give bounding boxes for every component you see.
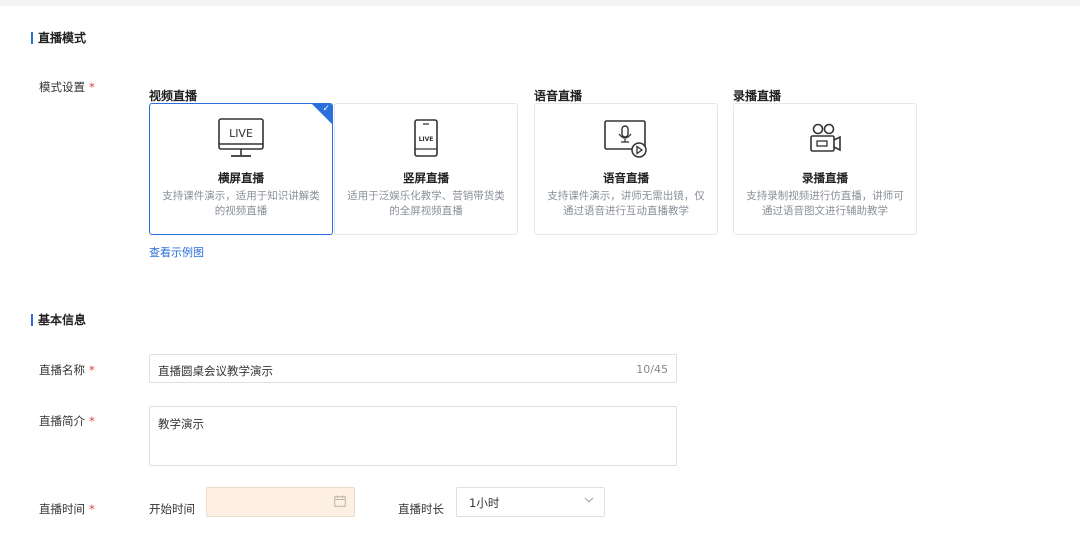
view-example-link[interactable]: 查看示例图 (149, 244, 204, 260)
card-description: 适用于泛娱乐化教学、营销带货类的全屏视频直播 (347, 190, 505, 217)
card-description: 支持课件演示，适用于知识讲解类的视频直播 (162, 190, 320, 217)
start-time-label: 开始时间 (149, 502, 195, 516)
svg-text:LIVE: LIVE (229, 127, 253, 140)
live-intro-textarea[interactable]: 教学演示 (149, 406, 677, 466)
card-title: 语音直播 (603, 171, 649, 185)
char-counter: 10/45 (636, 363, 668, 376)
live-intro-value: 教学演示 (158, 417, 204, 431)
card-title: 横屏直播 (218, 171, 264, 185)
duration-select[interactable]: 1小时 (456, 487, 605, 517)
mode-card-landscape[interactable]: ✓ LIVE 横屏直播 支持课件演示，适用于知识讲解类的视频直播 (149, 103, 333, 235)
required-mark: * (89, 363, 95, 377)
mode-settings-label-text: 模式设置 (39, 80, 85, 94)
section-title-basic-info: 基本信息 (31, 313, 86, 327)
mode-card-record[interactable]: 录播直播 支持录制视频进行仿直播，讲师可通过语音图文进行辅助教学 (733, 103, 917, 235)
duration-value: 1小时 (469, 496, 500, 510)
mode-card-portrait[interactable]: LIVE 竖屏直播 适用于泛娱乐化教学、营销带货类的全屏视频直播 (334, 103, 518, 235)
group-title-record: 录播直播 (733, 89, 782, 103)
check-icon: ✓ (322, 104, 330, 114)
monitor-live-icon: LIVE (150, 116, 332, 162)
card-title: 竖屏直播 (403, 171, 449, 185)
card-title: 录播直播 (802, 171, 848, 185)
microphone-screen-icon (535, 116, 717, 162)
live-time-label: 直播时间 * (39, 501, 95, 517)
chevron-down-icon (584, 497, 594, 503)
live-name-input[interactable]: 直播圆桌会议教学演示 10/45 (149, 354, 677, 383)
video-camera-icon (734, 116, 916, 162)
live-intro-label-text: 直播简介 (39, 414, 85, 428)
required-mark: * (89, 414, 95, 428)
section-title-live-mode: 直播模式 (31, 31, 86, 45)
start-time-picker[interactable] (206, 487, 355, 517)
phone-live-icon: LIVE (335, 116, 517, 162)
live-name-label-text: 直播名称 (39, 363, 85, 377)
svg-text:LIVE: LIVE (419, 136, 434, 143)
required-mark: * (89, 80, 95, 94)
card-description: 支持课件演示，讲师无需出镜，仅通过语音进行互动直播教学 (547, 190, 705, 217)
live-name-label: 直播名称 * (39, 362, 95, 378)
duration-label: 直播时长 (398, 502, 444, 516)
group-title-audio: 语音直播 (534, 89, 583, 103)
calendar-icon (334, 495, 346, 507)
required-mark: * (89, 502, 95, 516)
live-time-label-text: 直播时间 (39, 502, 85, 516)
live-name-value: 直播圆桌会议教学演示 (158, 364, 273, 378)
group-title-video: 视频直播 (149, 89, 198, 103)
live-intro-label: 直播简介 * (39, 413, 95, 429)
mode-card-audio[interactable]: 语音直播 支持课件演示，讲师无需出镜，仅通过语音进行互动直播教学 (534, 103, 718, 235)
card-description: 支持录制视频进行仿直播，讲师可通过语音图文进行辅助教学 (746, 190, 904, 217)
mode-settings-label: 模式设置 * (39, 79, 95, 95)
